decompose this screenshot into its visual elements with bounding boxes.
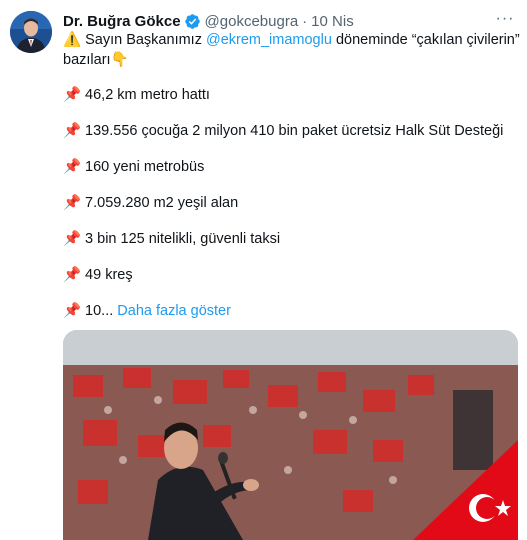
list-item-text: 10... <box>85 303 114 319</box>
intro-text-after: döneminde “çakılan çivilerin” <box>335 32 520 48</box>
show-more-link[interactable]: Daha fazla göster <box>117 303 231 319</box>
rally-photo-image <box>63 330 518 540</box>
separator-dot: · <box>302 12 308 30</box>
point-down-emoji: 👇 <box>110 52 129 68</box>
list-item: 📌 7.059.280 m2 yeşil alan <box>63 193 238 213</box>
list-item-text: 160 yeni metrobüs <box>85 159 205 175</box>
list-item-text: 7.059.280 m2 yeşil alan <box>85 195 239 211</box>
tweet: Dr. Buğra Gökce @gokcebugra · 10 Nis ···… <box>0 0 527 540</box>
list-item-text: 46,2 km metro hattı <box>85 87 210 103</box>
list-item-text: 139.556 çocuğa 2 milyon 410 bin paket üc… <box>85 123 504 139</box>
pushpin-icon: 📌 <box>63 195 82 211</box>
tweet-timestamp[interactable]: 10 Nis <box>311 13 354 30</box>
author-handle[interactable]: @gokcebugra <box>205 13 299 30</box>
more-options-icon[interactable]: ··· <box>493 8 517 30</box>
author-name[interactable]: Dr. Buğra Gökce <box>63 13 181 30</box>
list-item-text: 3 bin 125 nitelikli, güvenli taksi <box>85 231 281 247</box>
list-item-text: 49 kreş <box>85 267 133 283</box>
list-item: 📌 49 kreş <box>63 265 133 285</box>
tweet-intro-line-1: ⚠️ Sayın Başkanımız @ekrem_imamoglu döne… <box>63 30 520 50</box>
tweet-header: Dr. Buğra Gökce @gokcebugra · 10 Nis <box>63 11 354 31</box>
intro-text-line-2: bazıları <box>63 52 111 68</box>
avatar[interactable] <box>10 11 52 53</box>
pushpin-icon: 📌 <box>63 267 82 283</box>
list-item: 📌 160 yeni metrobüs <box>63 157 204 177</box>
tweet-text: ⚠️ Sayın Başkanımız @ekrem_imamoglu döne… <box>63 30 520 70</box>
warning-emoji: ⚠️ <box>63 32 82 48</box>
list-item: 📌 139.556 çocuğa 2 milyon 410 bin paket … <box>63 121 503 141</box>
mention-link[interactable]: @ekrem_imamoglu <box>206 32 332 48</box>
pushpin-icon: 📌 <box>63 87 82 103</box>
tweet-intro-line-2: bazıları👇 <box>63 50 518 70</box>
list-item: 📌 3 bin 125 nitelikli, güvenli taksi <box>63 229 280 249</box>
list-item: 📌 10... Daha fazla göster <box>63 301 231 321</box>
pushpin-icon: 📌 <box>63 159 82 175</box>
pushpin-icon: 📌 <box>63 123 82 139</box>
list-item: 📌 46,2 km metro hattı <box>63 85 210 105</box>
pushpin-icon: 📌 <box>63 231 82 247</box>
verified-badge-icon <box>184 13 201 30</box>
pushpin-icon: 📌 <box>63 303 82 319</box>
tweet-photo[interactable] <box>63 330 518 540</box>
intro-text-before: Sayın Başkanımız <box>85 32 202 48</box>
